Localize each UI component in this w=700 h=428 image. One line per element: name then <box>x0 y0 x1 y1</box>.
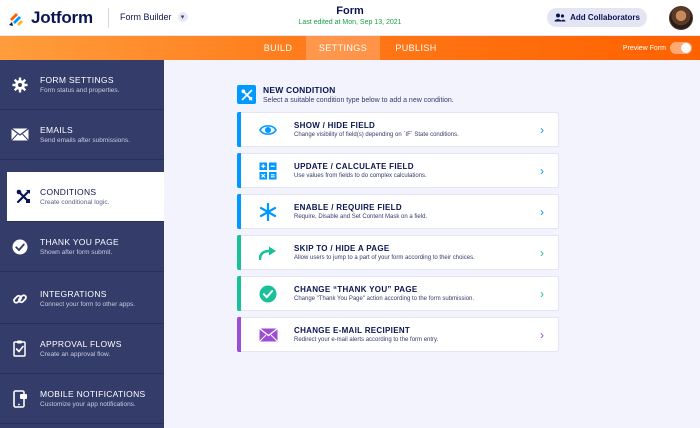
sidebar-item-title: FORM SETTINGS <box>40 75 114 85</box>
sidebar-item-form-settings[interactable]: FORM SETTINGS Form status and properties… <box>0 60 164 110</box>
condition-enable-require-field[interactable]: ENABLE / REQUIRE FIELD Require, Disable … <box>237 194 559 229</box>
sidebar-item-integrations[interactable]: INTEGRATIONS Connect your form to other … <box>0 274 164 324</box>
sidebar-item-desc: Create conditional logic. <box>40 199 110 206</box>
condition-skip-hide-page[interactable]: SKIP TO / HIDE A PAGE Allow users to jum… <box>237 235 559 270</box>
sidebar-item-desc: Customize your app notifications. <box>40 401 136 408</box>
sidebar-item-mobile-notifications[interactable]: MOBILE NOTIFICATIONS Customize your app … <box>0 374 164 424</box>
conditions-icon <box>16 189 31 204</box>
condition-desc: Allow users to jump to a part of your fo… <box>294 255 475 261</box>
condition-accent-bar <box>237 112 241 147</box>
condition-desc: Redirect your e-mail alerts according to… <box>294 337 439 343</box>
sidebar-item-desc: Shown after form submit. <box>40 249 113 256</box>
condition-title: CHANGE E-MAIL RECIPIENT <box>294 326 411 335</box>
condition-accent-bar <box>237 276 241 311</box>
envelope-icon <box>11 128 29 141</box>
link-icon <box>13 293 27 304</box>
conditions-panel: NEW CONDITION Select a suitable conditio… <box>164 60 700 428</box>
conditions-badge-icon <box>237 85 256 104</box>
sidebar-item-approval-flows[interactable]: APPROVAL FLOWS Create an approval flow. <box>0 324 164 374</box>
chevron-right-icon: › <box>540 245 544 260</box>
chevron-right-icon: › <box>540 327 544 342</box>
condition-desc: Require, Disable and Set Content Mask on… <box>294 214 428 220</box>
sidebar-item-title: INTEGRATIONS <box>40 289 107 299</box>
condition-desc: Change visibility of field(s) depending … <box>294 132 459 138</box>
mobile-icon <box>13 389 27 408</box>
new-condition-subtitle: Select a suitable condition type below t… <box>263 97 454 104</box>
gear-icon <box>12 77 28 92</box>
condition-title: CHANGE “THANK YOU” PAGE <box>294 285 418 294</box>
condition-desc: Use values from fields to do complex cal… <box>294 173 427 179</box>
users-icon <box>554 13 566 22</box>
calculator-icon <box>259 162 277 179</box>
sidebar-item-emails[interactable]: EMAILS Send emails after submissions. <box>0 110 164 160</box>
logo-text: Jotform <box>31 8 93 27</box>
condition-accent-bar <box>237 235 241 270</box>
sidebar-item-title: MOBILE NOTIFICATIONS <box>40 389 146 399</box>
preview-form-toggle[interactable] <box>670 42 692 54</box>
chevron-right-icon: › <box>540 204 544 219</box>
preview-form-control[interactable]: Preview Form <box>623 42 692 54</box>
chevron-down-icon: ▾ <box>177 12 188 22</box>
condition-title: UPDATE / CALCULATE FIELD <box>294 162 414 171</box>
condition-title: ENABLE / REQUIRE FIELD <box>294 203 402 212</box>
condition-title: SHOW / HIDE FIELD <box>294 121 376 130</box>
sidebar-item-title: EMAILS <box>40 125 73 135</box>
add-collaborators-label: Add Collaborators <box>570 13 640 22</box>
chevron-right-icon: › <box>540 286 544 301</box>
jotform-logo[interactable]: Jotform <box>8 8 93 28</box>
sidebar-item-thank-you-page[interactable]: THANK YOU PAGE Shown after form submit. <box>0 222 164 272</box>
new-condition-title: NEW CONDITION <box>263 85 336 95</box>
condition-desc: Change "Thank You Page" action according… <box>294 296 475 302</box>
sidebar-item-title: THANK YOU PAGE <box>40 237 119 247</box>
sidebar-item-desc: Form status and properties. <box>40 87 120 94</box>
check-circle-icon <box>12 239 28 254</box>
form-builder-dropdown[interactable]: Form Builder ▾ <box>120 12 188 22</box>
top-header: Jotform Form Builder ▾ Form Last edited … <box>0 0 700 36</box>
condition-update-calculate-field[interactable]: UPDATE / CALCULATE FIELD Use values from… <box>237 153 559 188</box>
check-circle-icon <box>259 285 277 302</box>
skip-arrow-icon <box>259 246 276 260</box>
form-builder-label: Form Builder <box>120 12 172 22</box>
tab-publish[interactable]: PUBLISH <box>390 36 442 60</box>
condition-change-email-recipient[interactable]: CHANGE E-MAIL RECIPIENT Redirect your e-… <box>237 317 559 352</box>
toggle-knob <box>681 43 691 53</box>
condition-title: SKIP TO / HIDE A PAGE <box>294 244 390 253</box>
header-divider <box>108 8 109 28</box>
envelope-icon <box>258 327 278 342</box>
sidebar-item-desc: Send emails after submissions. <box>40 137 130 144</box>
condition-change-thank-you-page[interactable]: CHANGE “THANK YOU” PAGE Change "Thank Yo… <box>237 276 559 311</box>
sidebar-item-desc: Create an approval flow. <box>40 351 111 358</box>
condition-accent-bar <box>237 317 241 352</box>
sidebar-item-title: CONDITIONS <box>40 187 97 197</box>
tab-build[interactable]: BUILD <box>254 36 302 60</box>
asterisk-icon <box>259 202 277 221</box>
condition-accent-bar <box>237 194 241 229</box>
tab-settings[interactable]: SETTINGS <box>306 36 380 60</box>
condition-show-hide-field[interactable]: SHOW / HIDE FIELD Change visibility of f… <box>237 112 559 147</box>
sidebar-item-desc: Connect your form to other apps. <box>40 301 136 308</box>
condition-accent-bar <box>237 153 241 188</box>
main-nav: BUILD SETTINGS PUBLISH Preview Form <box>0 36 700 60</box>
eye-icon <box>259 124 277 135</box>
preview-form-label: Preview Form <box>622 44 666 52</box>
user-avatar[interactable] <box>669 6 693 30</box>
chevron-right-icon: › <box>540 122 544 137</box>
add-collaborators-button[interactable]: Add Collaborators <box>547 8 647 27</box>
sidebar-item-title: APPROVAL FLOWS <box>40 339 122 349</box>
settings-sidebar: FORM SETTINGS Form status and properties… <box>0 60 164 428</box>
approval-icon <box>13 340 26 357</box>
chevron-right-icon: › <box>540 163 544 178</box>
new-condition-header: NEW CONDITION Select a suitable conditio… <box>237 85 454 104</box>
sidebar-item-conditions[interactable]: CONDITIONS Create conditional logic. <box>7 172 164 222</box>
jotform-logo-icon <box>9 13 23 26</box>
